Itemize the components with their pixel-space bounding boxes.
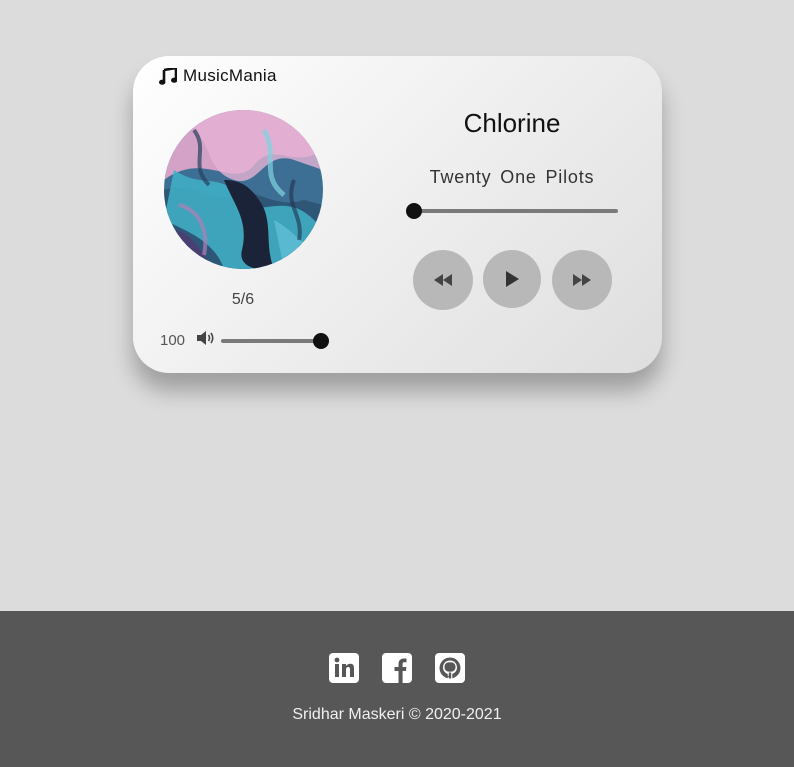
volume-slider-thumb[interactable] [313, 332, 329, 349]
linkedin-icon[interactable] [329, 653, 359, 683]
seek-slider[interactable] [406, 203, 618, 219]
seek-slider-thumb[interactable] [406, 203, 422, 219]
music-player-card: MusicMania 5/6 100 Chlorine Twenty One P… [133, 56, 662, 373]
track-position: 5/6 [231, 291, 255, 308]
fast-forward-icon [573, 274, 591, 286]
volume-icon[interactable] [196, 330, 216, 351]
brand-name: MusicMania [183, 66, 277, 85]
play-button[interactable] [483, 250, 541, 308]
social-links [0, 653, 794, 683]
play-icon [505, 271, 519, 287]
volume-control: 100 [160, 330, 329, 351]
song-title: Chlorine [463, 108, 561, 138]
previous-button[interactable] [413, 250, 473, 310]
copyright-text: Sridhar Maskeri © 2020-2021 [292, 706, 502, 723]
volume-slider[interactable] [221, 332, 329, 349]
github-icon[interactable] [435, 653, 465, 683]
footer: Sridhar Maskeri © 2020-2021 [0, 611, 794, 767]
brand: MusicMania [159, 66, 277, 86]
artist-name: Twenty One Pilots [429, 167, 595, 187]
next-button[interactable] [552, 250, 612, 310]
music-note-icon [159, 67, 177, 85]
rewind-icon [434, 274, 452, 286]
album-art [164, 110, 323, 269]
facebook-icon[interactable] [382, 653, 412, 683]
volume-value: 100 [160, 332, 186, 349]
